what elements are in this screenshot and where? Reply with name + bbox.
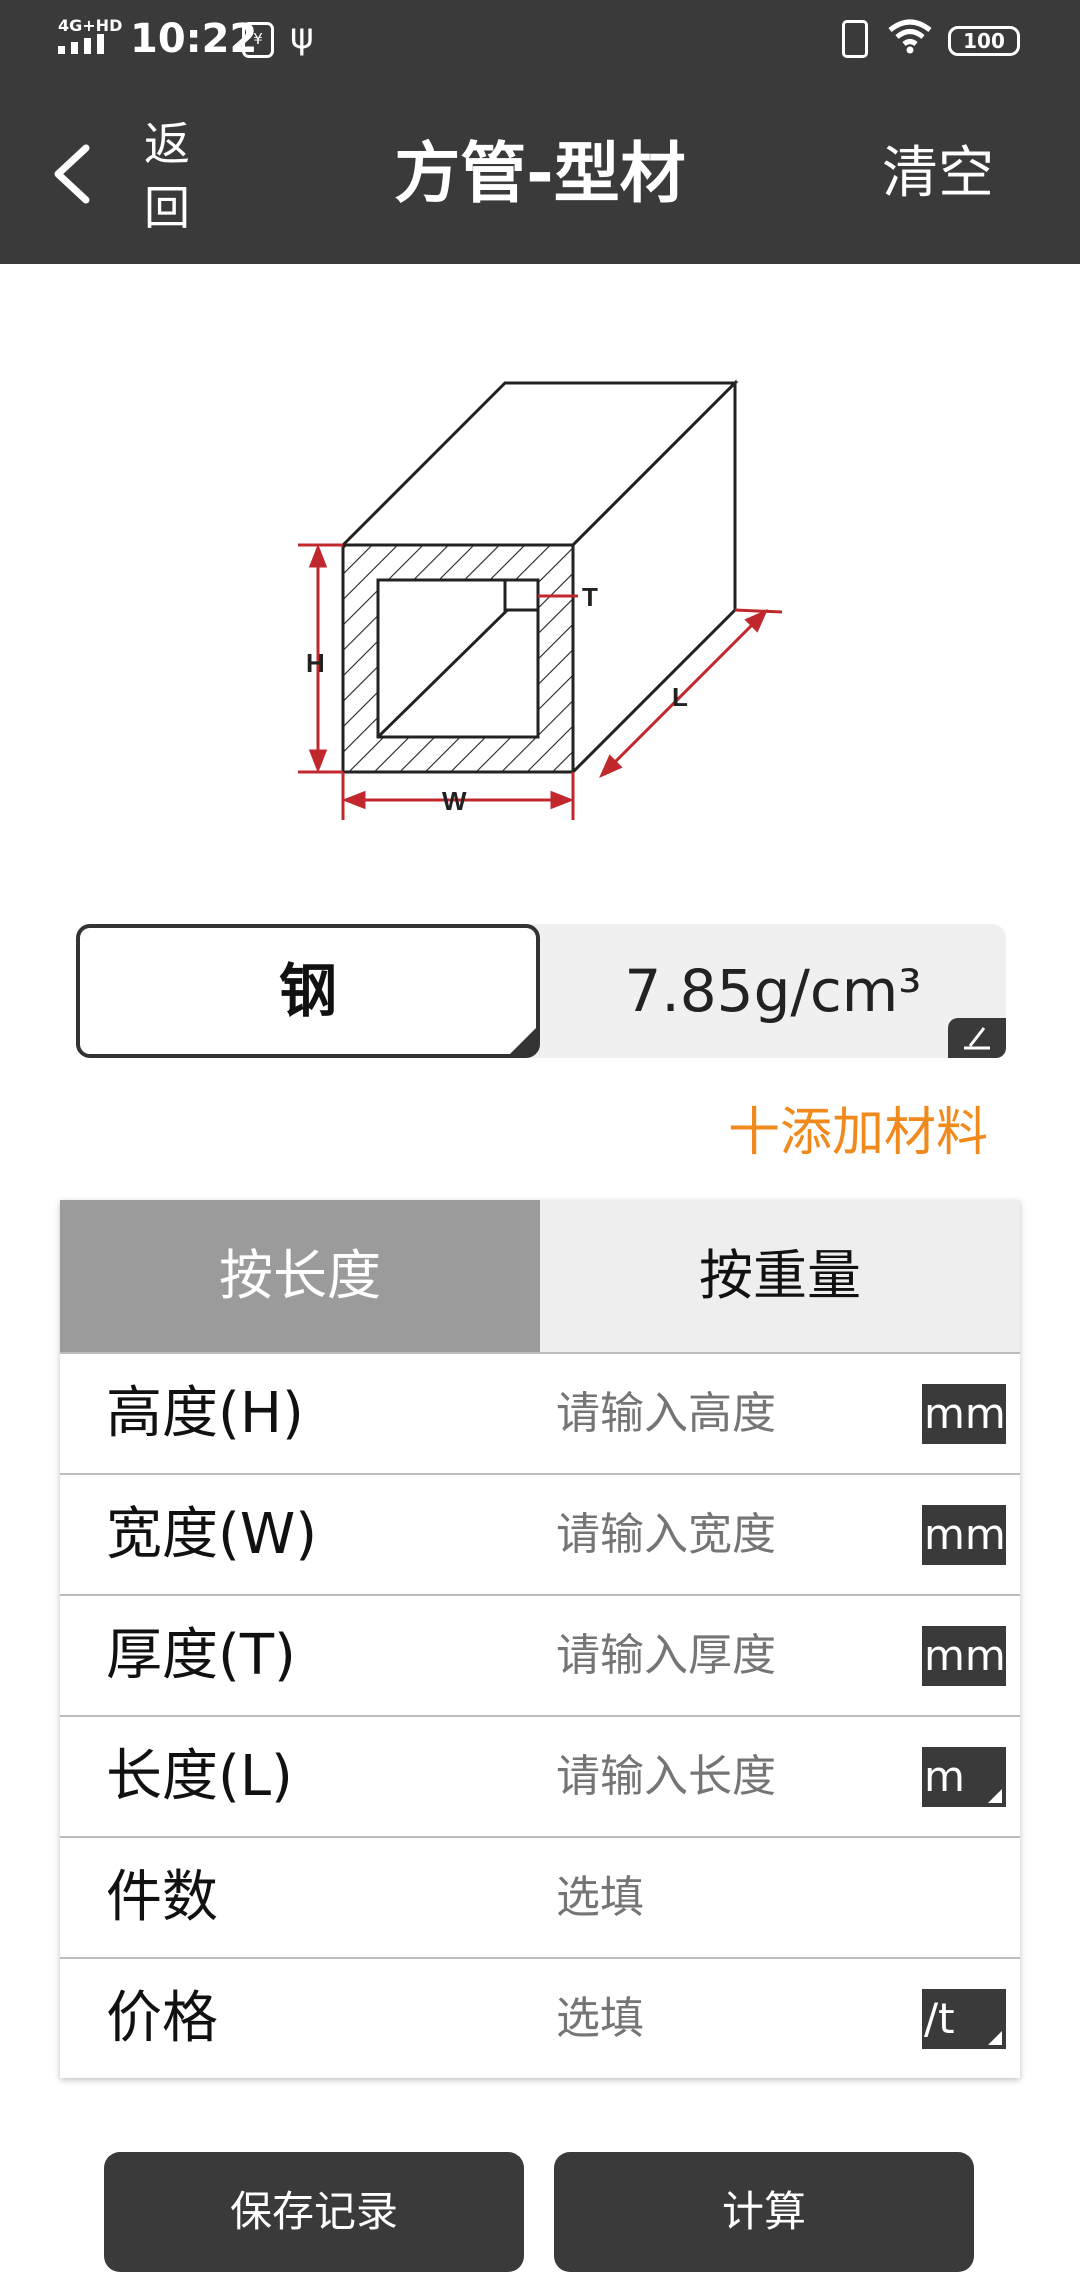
unit-value: /t [924, 1994, 955, 2043]
signal-icon [58, 34, 104, 54]
status-time: 10:22 [130, 16, 258, 62]
field-label: 价格 [106, 1986, 218, 2051]
field-label: 长度(L) [106, 1744, 293, 1809]
dimension-t-label: T [582, 582, 598, 612]
length-unit-select[interactable]: m [922, 1747, 1006, 1807]
field-label: 厚度(T) [106, 1623, 296, 1688]
field-label: 件数 [106, 1865, 218, 1930]
network-type: 4G+HD [58, 16, 123, 35]
status-bar: 4G+HD 10:22 ¥ ψ 100 [0, 0, 1080, 84]
dropdown-corner-icon [988, 2031, 1002, 2045]
mode-tabs: 按长度 按重量 [60, 1200, 1020, 1352]
top-bar: 4G+HD 10:22 ¥ ψ 100 返回 方管-型材 清空 [0, 0, 1080, 264]
pencil-icon [964, 1027, 990, 1050]
notification-icon: ¥ [242, 22, 274, 58]
add-material-button[interactable]: 十添加材料 [728, 1090, 988, 1165]
vibrate-icon [842, 20, 868, 58]
field-row-quantity: 件数 [60, 1836, 1020, 1957]
field-row-length: 长度(L) m [60, 1715, 1020, 1836]
material-density: 7.85g/cm³ [624, 957, 922, 1025]
field-row-width: 宽度(W) mm [60, 1473, 1020, 1594]
calculate-button[interactable]: 计算 [554, 2152, 974, 2272]
field-label: 高度(H) [106, 1381, 304, 1446]
input-card: 按长度 按重量 高度(H) mm 宽度(W) mm 厚度(T) mm 长度(L)… [60, 1200, 1020, 2078]
clear-button[interactable]: 清空 [882, 84, 994, 264]
dropdown-corner-icon [988, 1789, 1002, 1803]
height-input[interactable] [556, 1354, 916, 1473]
unit-value: m [924, 1752, 965, 1801]
field-row-price: 价格 /t [60, 1957, 1020, 2078]
material-selector: 钢 7.85g/cm³ [76, 924, 1006, 1058]
save-record-button[interactable]: 保存记录 [104, 2152, 524, 2272]
thickness-input[interactable] [556, 1596, 916, 1715]
field-row-thickness: 厚度(T) mm [60, 1594, 1020, 1715]
unit-label: mm [922, 1505, 1006, 1565]
length-input[interactable] [556, 1717, 916, 1836]
tab-by-length[interactable]: 按长度 [60, 1200, 540, 1352]
unit-label: mm [922, 1626, 1006, 1686]
dimension-h-label: H [306, 648, 325, 678]
price-input[interactable] [556, 1959, 916, 2078]
square-tube-diagram: H W T L [298, 379, 783, 820]
edit-density-button[interactable] [948, 1018, 1006, 1058]
field-label: 宽度(W) [106, 1502, 318, 1567]
field-row-height: 高度(H) mm [60, 1352, 1020, 1473]
usb-icon: ψ [290, 16, 314, 57]
tab-by-weight[interactable]: 按重量 [540, 1200, 1020, 1352]
dimension-w-label: W [442, 786, 467, 816]
dimension-l-label: L [672, 682, 688, 712]
wifi-icon [888, 18, 932, 63]
quantity-input[interactable] [556, 1838, 916, 1957]
unit-label: mm [922, 1384, 1006, 1444]
material-name-select[interactable]: 钢 [76, 924, 540, 1058]
dropdown-corner-icon [510, 1028, 536, 1054]
width-input[interactable] [556, 1475, 916, 1594]
app-bar: 返回 方管-型材 清空 [0, 84, 1080, 264]
price-unit-select[interactable]: /t [922, 1989, 1006, 2049]
battery-icon: 100 [948, 26, 1020, 56]
material-name: 钢 [278, 957, 337, 1025]
